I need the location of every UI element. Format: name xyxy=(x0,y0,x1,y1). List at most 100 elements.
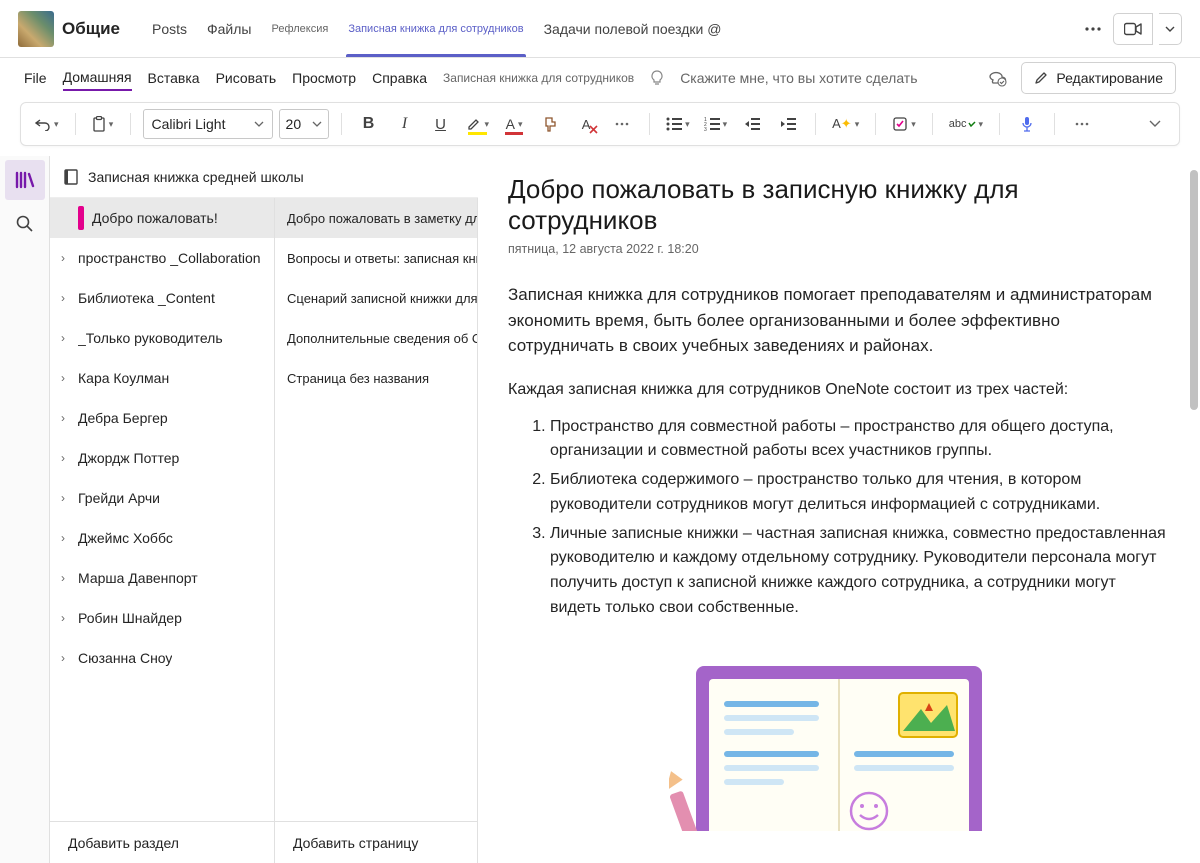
section-color-tab xyxy=(78,206,84,230)
sync-status-icon[interactable] xyxy=(987,69,1007,87)
outdent-button[interactable] xyxy=(737,109,767,139)
chevron-right-icon[interactable]: › xyxy=(56,371,70,385)
top-tab-4[interactable]: Задачи полевой поездки @ xyxy=(542,0,724,57)
more-commands-button[interactable] xyxy=(1067,109,1097,139)
section-item[interactable]: › Библиотека _Content xyxy=(50,278,274,318)
meet-button[interactable] xyxy=(1113,13,1153,45)
highlight-button[interactable]: ▾ xyxy=(462,109,494,139)
underline-button[interactable]: U xyxy=(426,109,456,139)
section-item[interactable]: ›Кара Коулман xyxy=(50,358,274,398)
ribbon-tab-3[interactable]: Рисовать xyxy=(216,66,277,90)
section-label: Марша Давенпорт xyxy=(78,570,198,586)
more-icon[interactable] xyxy=(1079,15,1107,43)
ribbon-tab-2[interactable]: Вставка xyxy=(148,66,200,90)
ribbon-tab-1[interactable]: Домашняя xyxy=(63,65,132,91)
bullets-button[interactable]: ▾ xyxy=(662,109,694,139)
chevron-right-icon[interactable]: › xyxy=(56,411,70,425)
page-item[interactable]: Дополнительные сведения об One xyxy=(275,318,477,358)
section-item[interactable]: › Джеймс Хоббс xyxy=(50,518,274,558)
notebooks-rail-button[interactable] xyxy=(5,160,45,200)
font-size-select[interactable]: 20 xyxy=(279,109,329,139)
page-item[interactable]: Вопросы и ответы: записная книжка для со… xyxy=(275,238,477,278)
section-label: Джордж Поттер xyxy=(78,450,179,466)
section-label: Джеймс Хоббс xyxy=(78,530,173,546)
undo-button[interactable]: ▾ xyxy=(31,109,63,139)
top-tab-2[interactable]: Рефлексия xyxy=(269,0,330,57)
add-page-button[interactable]: Добавить страницу xyxy=(275,821,477,863)
section-label: пространство _Collaboration xyxy=(78,250,261,266)
section-label: Добро пожаловать! xyxy=(92,210,218,226)
section-item[interactable]: › Джордж Поттер xyxy=(50,438,274,478)
ribbon-menu: File Домашняя Вставка Рисовать Просмотр Справ… xyxy=(0,58,1200,98)
section-item[interactable]: ›_Только руководитель xyxy=(50,318,274,358)
notebook-icon xyxy=(62,168,80,186)
paste-button[interactable]: ▾ xyxy=(88,109,118,139)
bold-button[interactable]: B xyxy=(354,109,384,139)
chevron-right-icon[interactable]: › xyxy=(56,331,70,345)
section-item[interactable]: ›Дебра Бергер xyxy=(50,398,274,438)
tags-button[interactable]: ▾ xyxy=(888,109,920,139)
spellcheck-button[interactable]: abc ▾ xyxy=(945,109,987,139)
top-tab-3[interactable]: Записная книжка для сотрудников xyxy=(346,0,525,57)
team-name: Общие xyxy=(62,19,120,39)
section-item[interactable]: › пространство _Collaboration xyxy=(50,238,274,278)
section-item[interactable]: › Марша Давенпорт xyxy=(50,558,274,598)
section-label: Грейди Арчи xyxy=(78,490,160,506)
editing-mode-button[interactable]: Редактирование xyxy=(1021,62,1176,94)
notebook-header[interactable]: Записная книжка средней школы xyxy=(50,156,478,198)
search-rail-button[interactable] xyxy=(5,204,45,244)
styles-button[interactable]: A✦▾ xyxy=(828,109,863,139)
section-item[interactable]: ›Сюзанна Сноу xyxy=(50,638,274,678)
page-content[interactable]: Добро пожаловать в записную книжку для с… xyxy=(478,156,1200,863)
chevron-right-icon[interactable]: › xyxy=(56,651,70,665)
page-item[interactable]: Страница без названия xyxy=(275,358,477,398)
font-family-select[interactable]: Calibri Light xyxy=(143,109,273,139)
formatting-toolbar: ▾ ▾ Calibri Light 20 B I U ▾ A ▾ xyxy=(20,102,1180,146)
format-painter-button[interactable] xyxy=(535,109,565,139)
list-item: Личные записные книжки – частная записна… xyxy=(550,522,1170,621)
page-item[interactable]: Добро пожаловать в заметку для сотрудник… xyxy=(275,198,477,238)
italic-button[interactable]: I xyxy=(390,109,420,139)
scrollbar-thumb[interactable] xyxy=(1190,170,1198,410)
chevron-right-icon[interactable]: › xyxy=(56,531,70,545)
page-date: пятница, 12 августа 2022 г. 18:20 xyxy=(508,242,1170,256)
top-tab-0[interactable]: Posts xyxy=(150,0,189,57)
chevron-right-icon[interactable]: › xyxy=(56,251,70,265)
sub-paragraph: Каждая записная книжка для сотрудников O… xyxy=(508,381,1170,399)
team-avatar[interactable] xyxy=(18,11,54,47)
pages-panel: Добро пожаловать в заметку для сотрудник… xyxy=(275,198,478,863)
section-label: Робин Шнайдер xyxy=(78,610,182,626)
chevron-right-icon[interactable]: › xyxy=(56,611,70,625)
chevron-right-icon[interactable]: › xyxy=(56,451,70,465)
add-section-button[interactable]: Добавить раздел xyxy=(50,821,274,863)
books-icon xyxy=(15,171,35,189)
section-item[interactable]: › Грейди Арчи xyxy=(50,478,274,518)
lightbulb-icon xyxy=(650,70,664,86)
ribbon-tab-5[interactable]: Справка xyxy=(372,66,427,90)
svg-text:3: 3 xyxy=(704,127,707,131)
ribbon-tab-4[interactable]: Просмотр xyxy=(292,66,356,90)
page-item[interactable]: Сценарий записной книжки для сотрудников… xyxy=(275,278,477,318)
collapse-ribbon-button[interactable] xyxy=(1140,109,1170,139)
font-color-button[interactable]: A ▾ xyxy=(499,109,529,139)
section-label: Библиотека _Content xyxy=(78,290,215,306)
chevron-right-icon[interactable]: › xyxy=(56,291,70,305)
clear-format-button[interactable]: A xyxy=(571,109,601,139)
main-area: Записная книжка средней школы Добро пожа… xyxy=(0,156,1200,863)
top-tab-1[interactable]: Файлы xyxy=(205,0,253,57)
tell-me-search[interactable]: Скажите мне, что вы хотите сделать xyxy=(680,70,917,86)
chevron-right-icon[interactable]: › xyxy=(56,571,70,585)
indent-button[interactable] xyxy=(773,109,803,139)
section-item[interactable]: › Робин Шнайдер xyxy=(50,598,274,638)
ribbon-tab-0[interactable]: File xyxy=(24,66,47,90)
section-item[interactable]: Добро пожаловать! xyxy=(50,198,274,238)
search-icon xyxy=(16,215,34,233)
more-font-button[interactable] xyxy=(607,109,637,139)
chevron-right-icon[interactable]: › xyxy=(56,491,70,505)
numbering-button[interactable]: 123 ▾ xyxy=(700,109,732,139)
dictate-button[interactable] xyxy=(1012,109,1042,139)
content-list: Пространство для совместной работы – про… xyxy=(508,415,1170,621)
meet-dropdown[interactable] xyxy=(1159,13,1182,45)
ribbon-tab-6[interactable]: Записная книжка для сотрудников xyxy=(443,67,634,89)
intro-paragraph: Записная книжка для сотрудников помогает… xyxy=(508,282,1170,359)
